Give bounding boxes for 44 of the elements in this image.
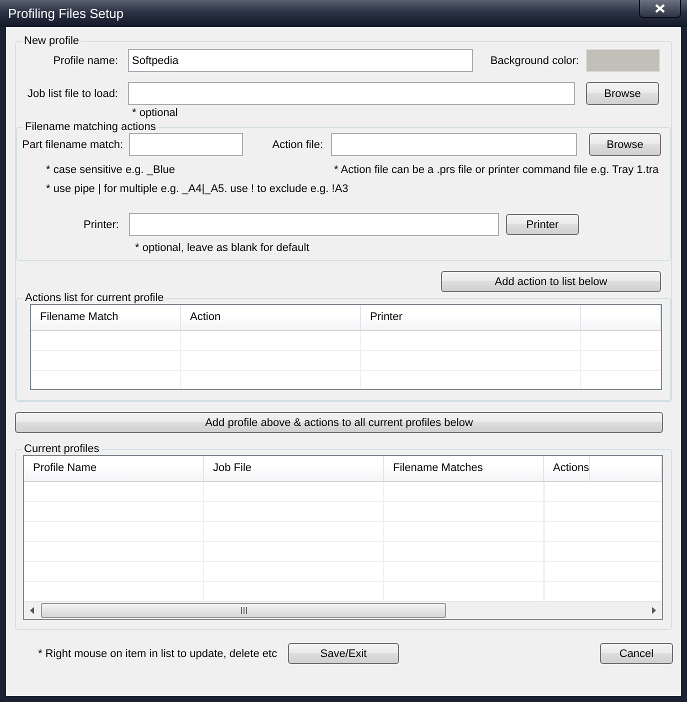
field-label: Profile name: bbox=[52, 54, 118, 66]
hint-text: * Action file can be a .prs file or printer command file e.g. Tray 1.tra bbox=[334, 164, 659, 176]
input-field[interactable] bbox=[129, 213, 499, 236]
group-title: Current profiles bbox=[23, 443, 100, 455]
save-exit-button[interactable]: Save/Exit bbox=[288, 643, 399, 664]
browse-button[interactable]: Browse bbox=[586, 82, 659, 105]
group-title: Filename matching actions bbox=[24, 121, 157, 133]
group-title: New profile bbox=[23, 35, 80, 47]
input-field[interactable] bbox=[129, 133, 243, 156]
list-view[interactable]: Profile Name Job File Filename Matches Actions bbox=[23, 455, 663, 620]
hint-text: * Right mouse on item in list to update, delete etc bbox=[38, 648, 278, 660]
grip-icon bbox=[240, 607, 248, 614]
hint-text: * optional bbox=[132, 107, 178, 119]
add-action-button[interactable]: Add action to list below bbox=[441, 271, 661, 292]
field-label: Job list file to load: bbox=[26, 88, 118, 100]
column-header[interactable]: Filename Matches bbox=[384, 456, 544, 481]
field-label: Action file: bbox=[271, 138, 323, 150]
field-label: Printer: bbox=[82, 218, 119, 230]
column-header[interactable]: Profile Name bbox=[24, 456, 204, 481]
hint-text: * use pipe | for multiple e.g. _A4|_A5. use ! to exclude e.g. !A3 bbox=[46, 183, 348, 195]
color-swatch[interactable] bbox=[586, 49, 660, 72]
hint-text: * case sensitive e.g. _Blue bbox=[46, 164, 176, 176]
column-header[interactable]: Printer bbox=[361, 305, 581, 330]
column-header[interactable]: Job File bbox=[204, 456, 384, 481]
printer-button[interactable]: Printer bbox=[506, 214, 579, 235]
browse-button[interactable]: Browse bbox=[589, 133, 661, 156]
horizontal-scrollbar[interactable] bbox=[24, 601, 662, 619]
column-header[interactable]: Actions bbox=[544, 456, 590, 481]
add-profile-button[interactable]: Add profile above & actions to all current profiles below bbox=[15, 412, 663, 433]
hint-text: * optional, leave as blank for default bbox=[135, 242, 310, 254]
cancel-button[interactable]: Cancel bbox=[600, 643, 673, 664]
close-icon bbox=[655, 4, 665, 13]
input-field[interactable] bbox=[331, 133, 577, 156]
input-field[interactable]: Softpedia bbox=[128, 49, 473, 72]
input-field[interactable] bbox=[128, 82, 575, 105]
window-title: Profiling Files Setup bbox=[7, 5, 124, 21]
list-view[interactable]: Filename Match Action Printer bbox=[30, 304, 662, 390]
group-title: Actions list for current profile bbox=[24, 292, 165, 304]
column-header[interactable]: Filename Match bbox=[31, 305, 181, 330]
field-label: Background color: bbox=[489, 54, 579, 66]
column-header[interactable]: Action bbox=[181, 305, 361, 330]
scrollbar-thumb[interactable] bbox=[41, 603, 446, 618]
close-button[interactable] bbox=[639, 0, 681, 18]
field-label: Part filename match: bbox=[21, 138, 123, 150]
